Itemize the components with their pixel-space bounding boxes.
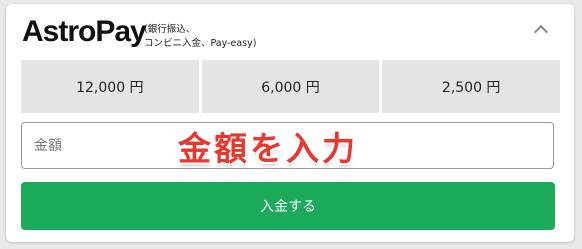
payment-method-panel: AstroPay (銀行振込、 コンビニ入金、Pay-easy) 12,000 … <box>6 4 574 242</box>
preset-amount-12000-button[interactable]: 12,000 円 <box>21 60 199 113</box>
preset-amounts: 12,000 円 6,000 円 2,500 円 <box>21 60 561 113</box>
preset-amount-2500-button[interactable]: 2,500 円 <box>382 60 561 113</box>
payment-method-description-line-2: コンビニ入金、Pay-easy) <box>144 38 257 49</box>
preset-amount-6000-button[interactable]: 6,000 円 <box>201 60 380 113</box>
astropay-logo: AstroPay <box>22 15 147 48</box>
payment-method-description-line-1: (銀行振込、 <box>144 24 196 35</box>
amount-input[interactable] <box>21 122 554 169</box>
payment-method-description: (銀行振込、 コンビニ入金、Pay-easy) <box>144 23 304 51</box>
chevron-up-icon[interactable] <box>533 24 549 40</box>
deposit-button[interactable]: 入金する <box>21 182 555 230</box>
